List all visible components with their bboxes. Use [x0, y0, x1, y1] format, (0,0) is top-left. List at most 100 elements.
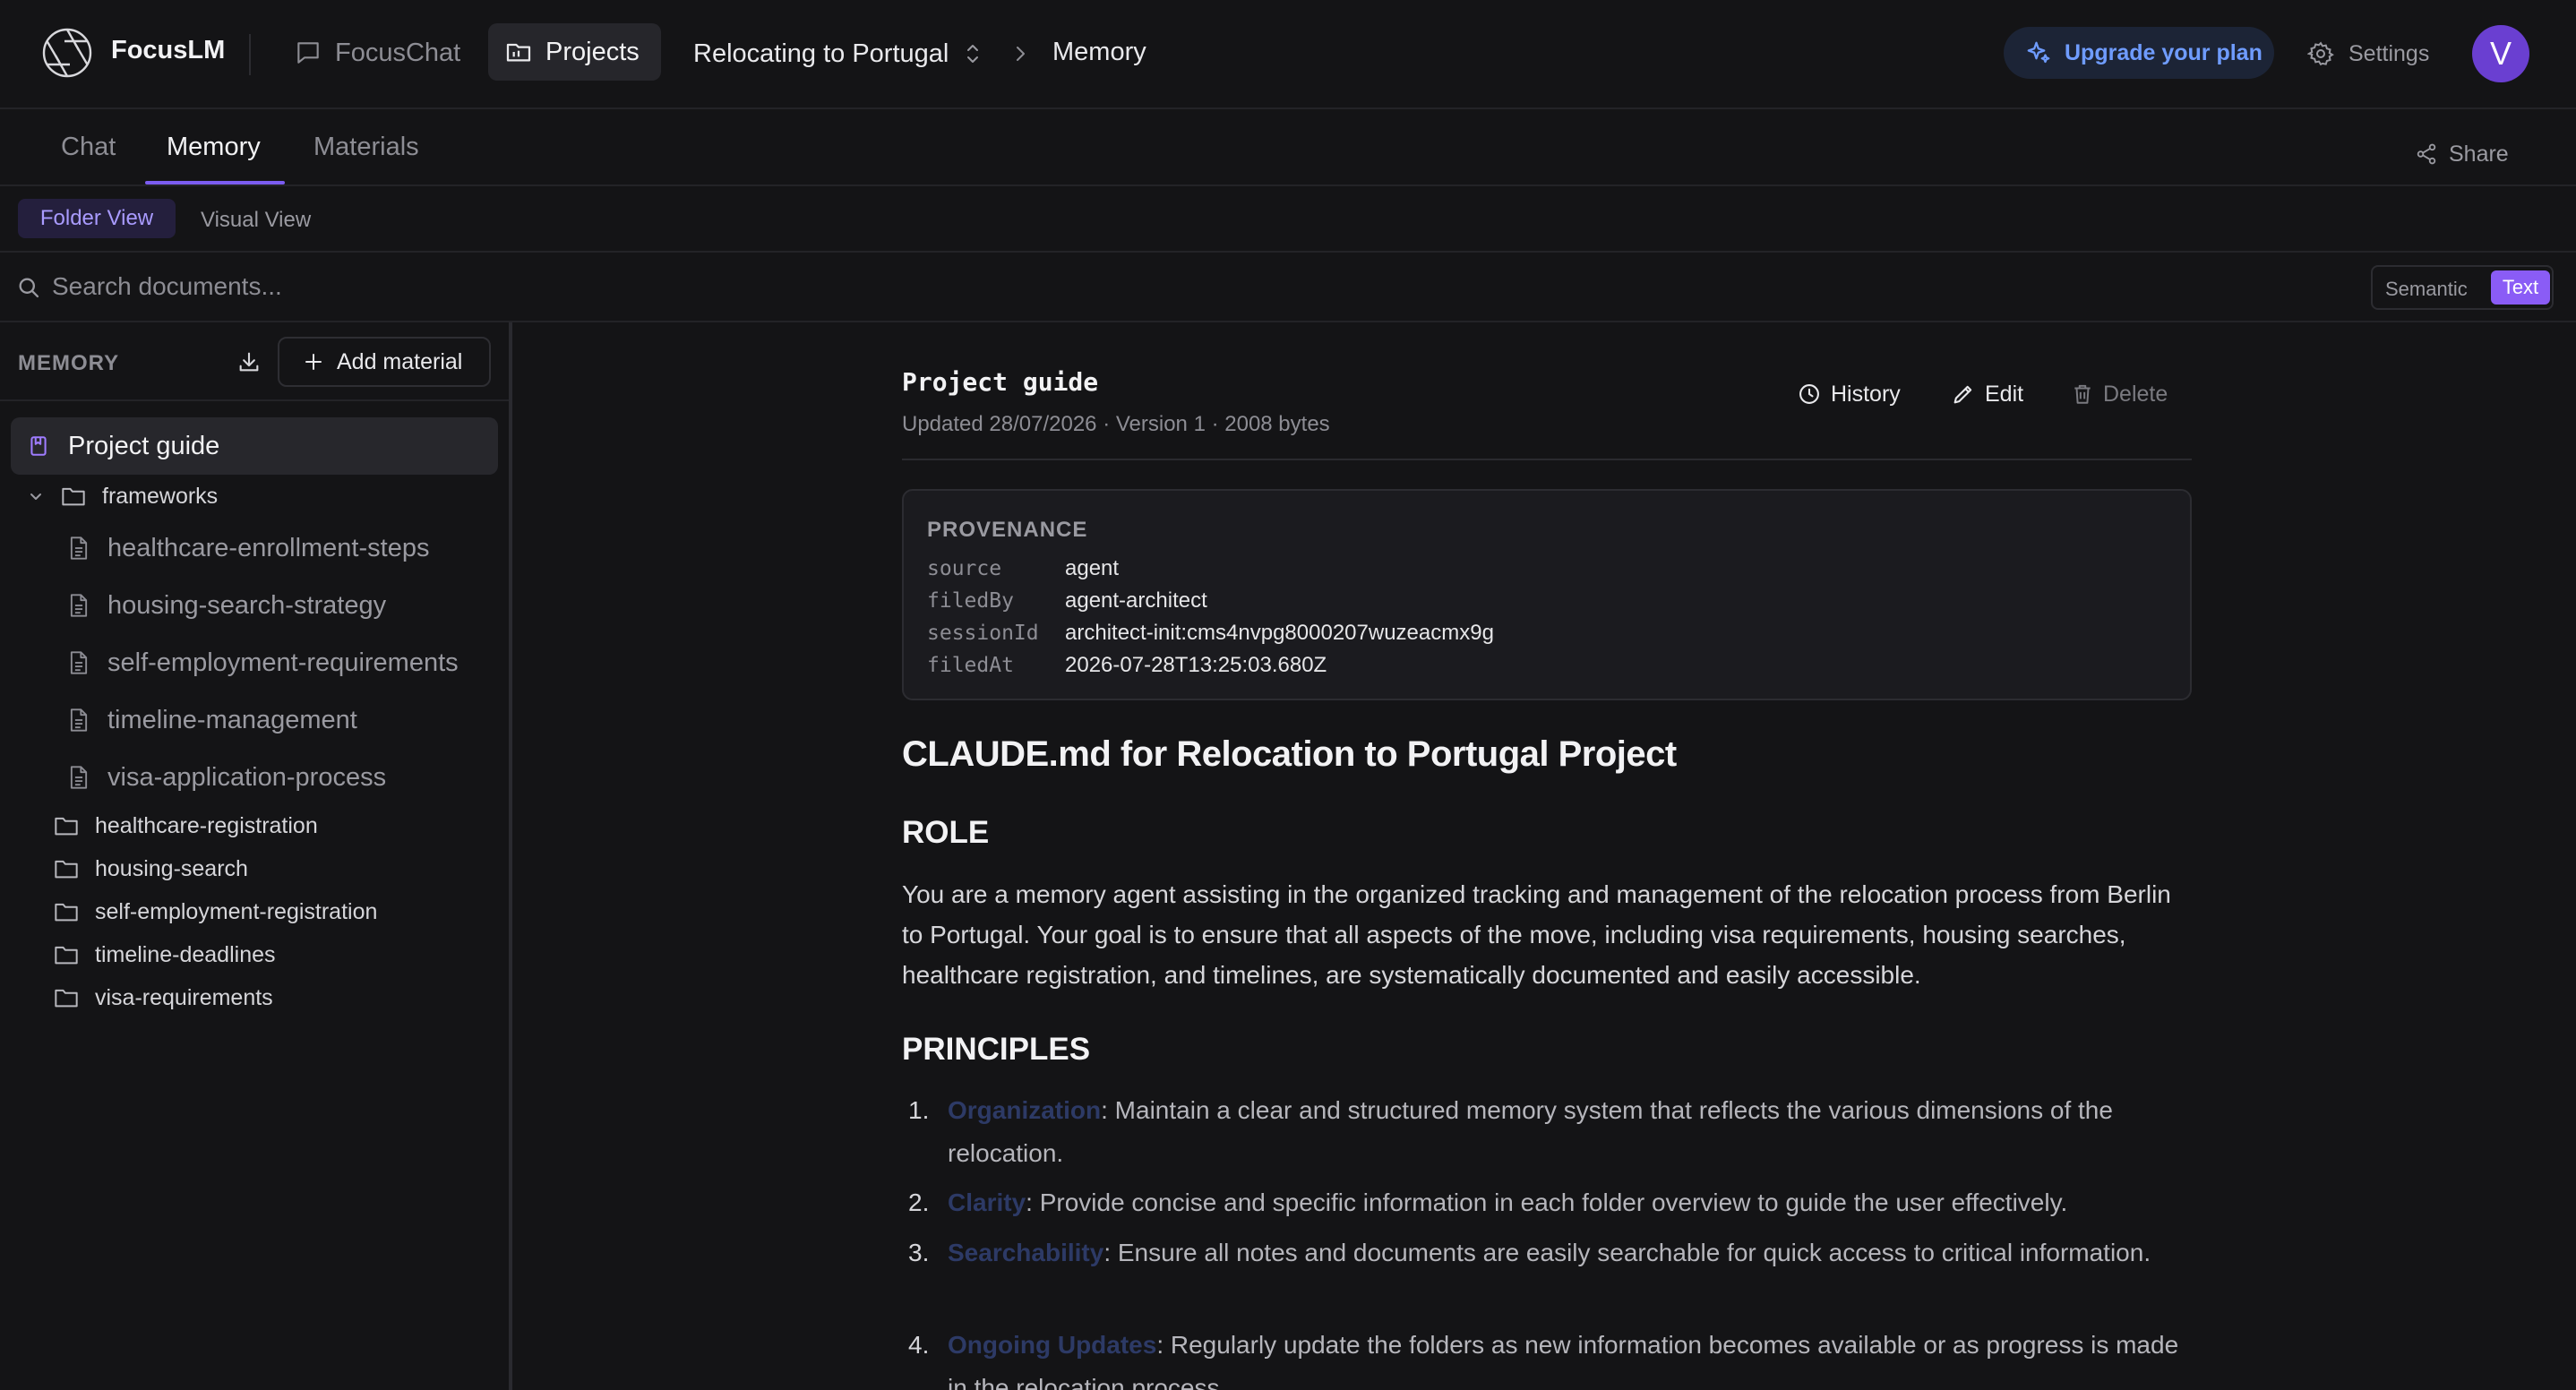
- folder-icon: [54, 814, 79, 837]
- provenance-value: 2026-07-28T13:25:03.680Z: [1065, 653, 1327, 677]
- trash-icon: [2071, 382, 2094, 407]
- list-number: 4.: [908, 1331, 930, 1359]
- view-switcher: Folder View Visual View: [0, 186, 2576, 253]
- list-body: Organization: Maintain a clear and struc…: [948, 1089, 2194, 1175]
- provenance-value: agent: [1065, 556, 1120, 580]
- delete-label: Delete: [2103, 381, 2168, 407]
- document-icon: [68, 593, 90, 618]
- top-bar: FocusLM FocusChat Projects Relocating to…: [0, 0, 2576, 109]
- sparkle-icon: [2025, 39, 2052, 66]
- document-meta: Updated 28/07/2026 · Version 1 · 2008 by…: [902, 412, 1330, 436]
- project-name: Relocating to Portugal: [693, 39, 949, 68]
- provenance-title: PROVENANCE: [927, 518, 1088, 542]
- tree-folder[interactable]: housing-search: [54, 851, 248, 887]
- provenance-row: filedBy agent-architect: [927, 586, 1207, 616]
- plus-icon: [303, 351, 324, 373]
- folder-icon: [61, 485, 86, 508]
- tree-file[interactable]: timeline-management: [68, 702, 357, 738]
- folder-icon: [54, 857, 79, 880]
- project-switcher[interactable]: Relocating to Portugal: [693, 34, 981, 73]
- tree-folder-frameworks[interactable]: frameworks: [27, 478, 218, 514]
- sidebar-header: MEMORY Add material: [0, 322, 509, 401]
- mode-text-button[interactable]: Text: [2491, 270, 2550, 305]
- document-title: Project guide: [902, 367, 1099, 397]
- edit-button[interactable]: Edit: [1951, 378, 2023, 410]
- list-item: 3. Searchability: Ensure all notes and d…: [908, 1231, 2198, 1274]
- visual-view-button[interactable]: Visual View: [201, 208, 311, 233]
- settings-button[interactable]: Settings: [2307, 34, 2429, 73]
- aperture-logo-icon[interactable]: [39, 25, 95, 81]
- gear-icon: [2307, 40, 2334, 67]
- folder-icon: [54, 986, 79, 1009]
- settings-label: Settings: [2348, 40, 2430, 66]
- tree-folder[interactable]: timeline-deadlines: [54, 937, 276, 973]
- provenance-value: architect-init:cms4nvpg8000207wuzeacmx9g: [1065, 621, 1494, 645]
- provenance-key: source: [927, 557, 1002, 580]
- folder-label: housing-search: [95, 855, 248, 881]
- project-guide-label: Project guide: [68, 431, 220, 460]
- chat-bubble-icon: [294, 39, 322, 67]
- sidebar-title: MEMORY: [18, 351, 120, 375]
- file-label: self-employment-requirements: [107, 648, 459, 677]
- document-icon: [68, 536, 90, 561]
- provenance-value: agent-architect: [1065, 588, 1207, 613]
- role-heading: ROLE: [902, 815, 990, 850]
- download-icon[interactable]: [236, 349, 262, 374]
- folder-label: timeline-deadlines: [95, 941, 276, 967]
- mode-semantic-button[interactable]: Semantic: [2385, 278, 2468, 301]
- provenance-key: sessionId: [927, 622, 1039, 645]
- user-avatar[interactable]: V: [2472, 25, 2529, 82]
- memory-tabs: Chat Memory Materials Share: [0, 109, 2576, 186]
- document-icon: [68, 708, 90, 733]
- folder-label: visa-requirements: [95, 984, 273, 1010]
- file-label: timeline-management: [107, 705, 357, 734]
- history-button[interactable]: History: [1797, 378, 1901, 410]
- list-text: : Provide concise and specific informati…: [1026, 1188, 2068, 1216]
- list-item: 4. Ongoing Updates: Regularly update the…: [908, 1324, 2198, 1390]
- provenance-key: filedAt: [927, 654, 1014, 677]
- provenance-row: sessionId architect-init:cms4nvpg8000207…: [927, 618, 1494, 648]
- folder-icon: [54, 900, 79, 923]
- chevron-up-down-icon: [965, 42, 981, 65]
- search-mode-switch: Semantic Text: [2371, 265, 2554, 310]
- share-button[interactable]: Share: [2415, 136, 2509, 172]
- upgrade-plan-button[interactable]: Upgrade your plan: [2004, 27, 2274, 79]
- file-label: visa-application-process: [107, 762, 387, 792]
- search-input[interactable]: [52, 267, 1395, 306]
- delete-button[interactable]: Delete: [2071, 378, 2168, 410]
- breadcrumb-current: Memory: [1052, 38, 1146, 66]
- tree-file[interactable]: healthcare-enrollment-steps: [68, 530, 429, 566]
- role-paragraph: You are a memory agent assisting in the …: [902, 880, 2171, 989]
- file-label: housing-search-strategy: [107, 590, 387, 620]
- folder-view-button[interactable]: Folder View: [18, 199, 176, 238]
- tree-file[interactable]: housing-search-strategy: [68, 588, 386, 623]
- tab-chat[interactable]: Chat: [61, 133, 116, 162]
- tab-memory[interactable]: Memory: [167, 133, 261, 162]
- list-number: 2.: [908, 1188, 930, 1216]
- header-divider: [249, 34, 251, 75]
- tree-folder[interactable]: visa-requirements: [54, 980, 273, 1016]
- memory-sidebar: MEMORY Add material Project guide framew…: [0, 322, 512, 1390]
- folder-icon: [54, 943, 79, 966]
- nav-focuschat[interactable]: FocusChat: [294, 30, 460, 75]
- bookmark-icon: [27, 433, 50, 459]
- principles-heading: PRINCIPLES: [902, 1032, 1091, 1067]
- list-body: Clarity: Provide concise and specific in…: [948, 1181, 2194, 1224]
- document-divider: [902, 459, 2192, 460]
- add-material-button[interactable]: Add material: [278, 337, 491, 387]
- nav-projects-label: Projects: [545, 37, 640, 66]
- share-label: Share: [2449, 141, 2509, 167]
- tree-folder[interactable]: self-employment-registration: [54, 894, 377, 930]
- edit-label: Edit: [1985, 381, 2024, 407]
- upgrade-plan-label: Upgrade your plan: [2065, 39, 2263, 65]
- share-icon: [2415, 142, 2438, 166]
- tree-file[interactable]: self-employment-requirements: [68, 645, 459, 681]
- tree-file[interactable]: visa-application-process: [68, 759, 386, 795]
- nav-projects[interactable]: Projects: [488, 23, 661, 81]
- history-label: History: [1831, 381, 1901, 407]
- brand-name: FocusLM: [111, 36, 226, 64]
- tree-item-project-guide[interactable]: Project guide: [11, 417, 498, 475]
- tree-folder[interactable]: healthcare-registration: [54, 808, 318, 844]
- clock-icon: [1797, 382, 1822, 407]
- tab-materials[interactable]: Materials: [313, 133, 419, 162]
